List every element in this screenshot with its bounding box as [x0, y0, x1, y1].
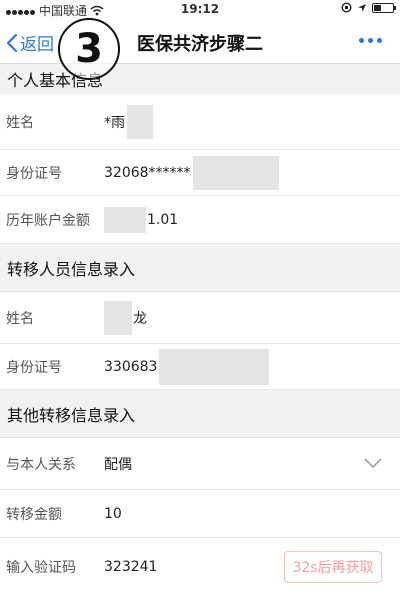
row-verification-code: 输入验证码 323241 32s后再获取: [0, 538, 400, 596]
section-header-other: 其他转移信息录入: [0, 390, 400, 438]
amount-value: 10: [104, 505, 122, 522]
relation-select[interactable]: 与本人关系 配偶: [0, 438, 400, 490]
verification-code-value: 323241: [104, 559, 158, 575]
section-header-personal: 个人基本信息: [0, 64, 400, 94]
redaction-block: [104, 300, 132, 335]
relation-value: 配偶: [104, 456, 132, 473]
field-label: 历年账户金额: [6, 212, 90, 229]
field-value: 龙: [133, 310, 147, 327]
status-time: 19:12: [180, 2, 220, 16]
row-personal-id: 身份证号 32068******: [0, 150, 400, 196]
redaction-block: [104, 206, 146, 233]
row-transfer-name: 姓名 龙: [0, 292, 400, 344]
step-number-badge: 3: [58, 18, 120, 80]
field-label: 与本人关系: [6, 456, 76, 473]
more-button[interactable]: [359, 38, 382, 43]
chevron-down-icon: [364, 457, 382, 468]
field-value: 330683: [104, 358, 158, 375]
lock-rotation-icon: [341, 2, 352, 13]
field-label: 姓名: [6, 114, 34, 131]
row-transfer-id: 身份证号 330683: [0, 344, 400, 390]
resend-code-button[interactable]: 32s后再获取: [284, 551, 382, 583]
more-dots-icon: [359, 38, 364, 43]
verification-code-input[interactable]: 323241: [104, 559, 157, 575]
field-value: 1.01: [147, 211, 179, 228]
location-icon: [358, 3, 366, 12]
field-value: 32068******: [104, 164, 191, 181]
row-transfer-amount: 转移金额 10: [0, 490, 400, 538]
field-label: 转移金额: [6, 506, 62, 523]
row-personal-name: 姓名 *雨: [0, 94, 400, 150]
redaction-block: [159, 348, 270, 385]
redaction-block: [192, 155, 279, 190]
section-header-transfer-person: 转移人员信息录入: [0, 244, 400, 292]
row-personal-balance: 历年账户金额 1.01: [0, 196, 400, 244]
field-label: 姓名: [6, 310, 34, 327]
field-label: 身份证号: [6, 359, 62, 376]
field-label: 身份证号: [6, 165, 62, 182]
battery-icon: [372, 2, 396, 13]
field-label: 输入验证码: [6, 560, 76, 576]
field-value: *雨: [104, 114, 125, 131]
status-bar: 中国联通 19:12: [0, 0, 400, 18]
amount-input[interactable]: 10: [104, 506, 122, 522]
redaction-block: [127, 104, 153, 139]
